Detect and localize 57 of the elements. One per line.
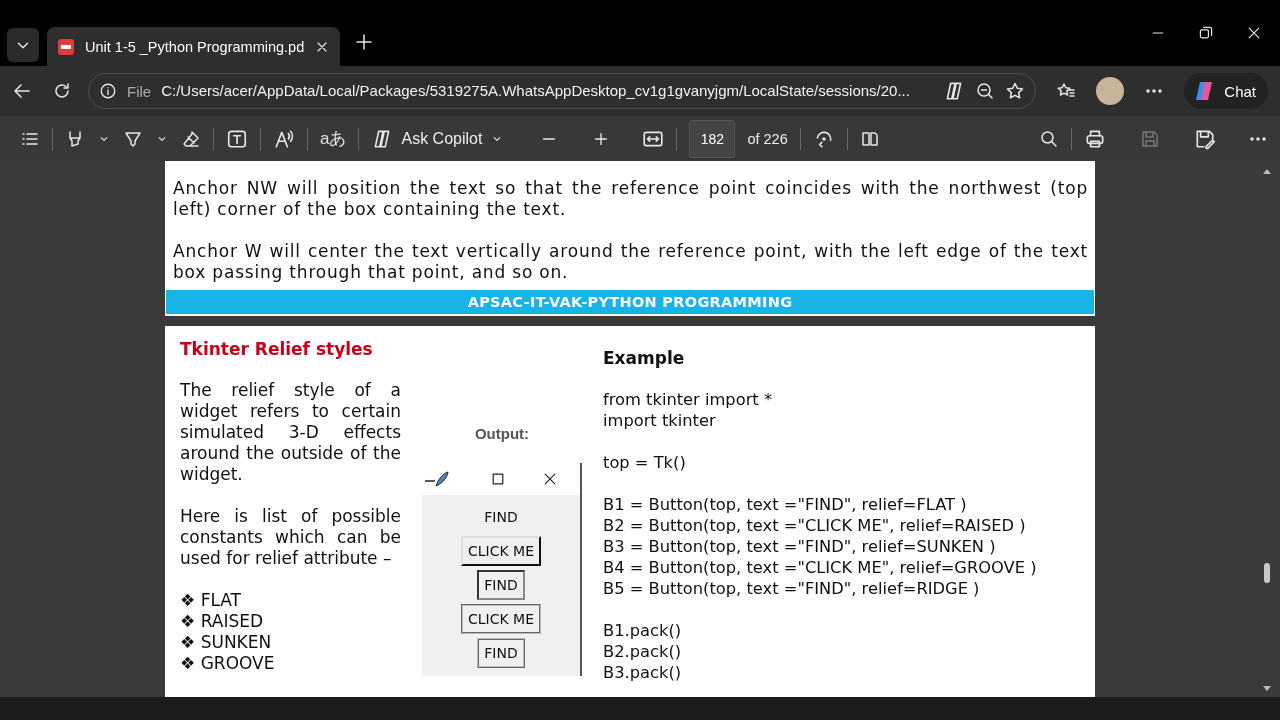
output-label: Output: [474,425,530,443]
tk-button[interactable]: FIND [477,638,525,668]
code-line: B1 = Button(top, text ="FIND", relief=FLAT ) [603,494,968,515]
code-line: import tkinter [603,410,717,431]
code-line: B5 = Button(top, text ="FIND", relief=RIDGE ) [603,578,981,599]
close-icon [542,471,558,487]
tk-button[interactable]: FIND [477,570,525,600]
scroll-up-icon[interactable] [1262,167,1272,175]
search-icon[interactable] [1039,128,1059,149]
star-icon[interactable] [1005,81,1026,101]
paragraph: Here is list of possible constants which can be used for relief attribute – [180,506,401,569]
maximize-icon [490,471,506,487]
file-label: File [127,82,152,100]
scrollbar-thumb[interactable] [1264,563,1270,583]
list-item: ❖ FLAT [180,590,241,611]
eraser-icon[interactable] [181,128,201,149]
save-icon[interactable] [1140,128,1160,149]
paragraph: Anchor W will center the text vertically around the reference point, with the left edge of the text box passing through that point, and so on. [173,241,1088,283]
browser-tab[interactable]: Unit 1-5 _Python Programming.pd [47,27,341,66]
info-icon[interactable] [99,82,117,100]
paragraph: Anchor NW will position the text so that the reference point coincides with the northwest (top left) corner of the box containing the text. [173,178,1088,220]
code-line: from tkinter import * [603,389,773,410]
refresh-icon[interactable] [52,81,72,101]
chat-button[interactable]: Chat [1184,73,1268,109]
save-as-icon[interactable] [1194,127,1216,150]
plus-icon[interactable] [354,32,375,52]
zoom-out-icon[interactable] [975,81,996,101]
page-count: of 226 [747,130,788,147]
section-heading: Tkinter Relief styles [180,338,373,360]
paragraph: The relief style of a widget refers to certain simulated 3-D effects around the outside of the widget. [180,380,401,485]
page-banner: APSAC-IT-VAK-PYTHON PROGRAMMING [166,290,1094,314]
code-line: B3 = Button(top, text ="FIND", relief=SUNKEN ) [603,536,997,557]
code-line: B1.pack() [603,620,682,641]
tk-button[interactable]: CLICK ME [460,604,541,634]
translate-icon[interactable]: aあ [320,127,347,150]
restore-icon[interactable] [1198,25,1214,41]
print-icon[interactable] [1084,127,1106,150]
code-line: B4 = Button(top, text ="CLICK ME", relief=GROOVE ) [603,557,1037,578]
code-line: B2.pack() [603,641,682,662]
list-item: ❖ SUNKEN [180,632,272,653]
url-text: C:/Users/acer/AppData/Local/Packages/5319275A.WhatsAppDesktop_cv1g1gvanyjgm/LocalState/sessions/20... [161,81,911,101]
close-icon[interactable] [1246,25,1262,41]
back-icon[interactable] [12,81,32,101]
ask-copilot-button[interactable]: Ask Copilot [371,127,505,150]
example-heading: Example [603,347,685,369]
page-number-field[interactable]: 182 [689,119,736,158]
pdf-file-icon [57,37,75,56]
profile-avatar[interactable] [1096,77,1125,105]
code-line: B3.pack() [603,662,682,683]
list-item: ❖ RAISED [180,611,264,632]
code-line: B2 = Button(top, text ="CLICK ME", relief=RAISED ) [603,515,1027,536]
read-aloud-icon[interactable] [273,127,295,150]
text-box-icon[interactable] [226,127,248,150]
code-line: top = Tk() [603,452,686,473]
tk-button[interactable]: CLICK ME [460,536,541,566]
scroll-down-icon[interactable] [1262,685,1272,693]
list-item: ❖ GROOVE [180,653,275,674]
